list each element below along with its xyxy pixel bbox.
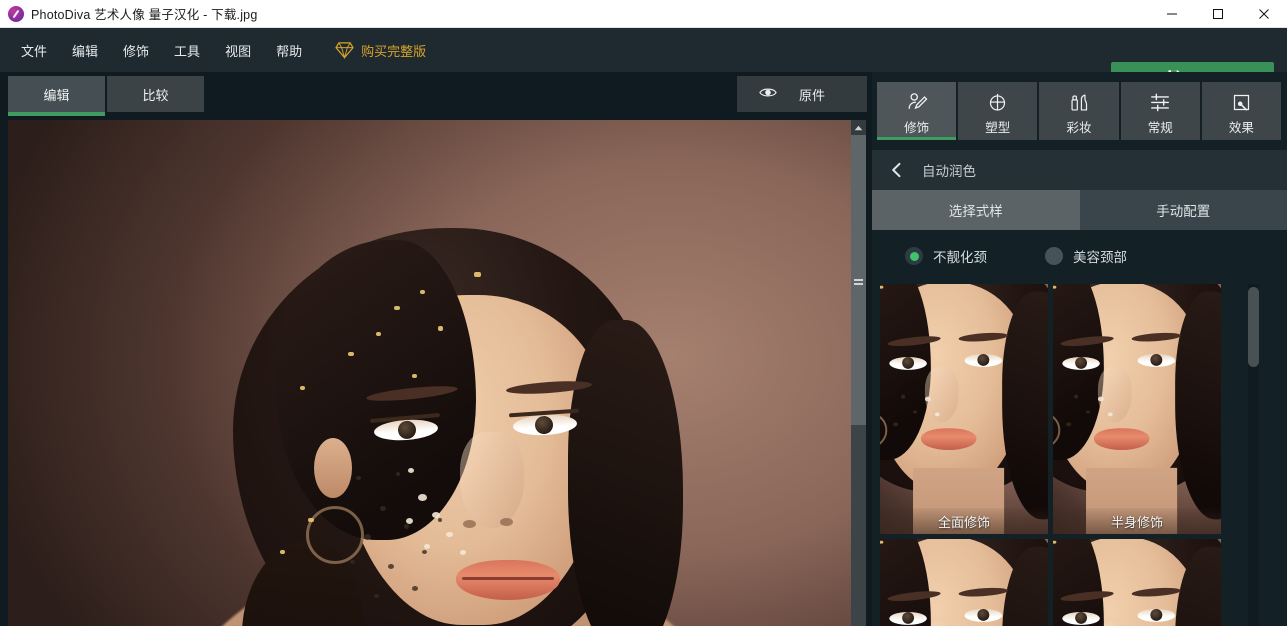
sliders-icon (1149, 89, 1171, 115)
preset-thumbnail[interactable] (1053, 539, 1221, 626)
window-title: PhotoDiva 艺术人像 量子汉化 - 下载.jpg (31, 8, 258, 22)
edited-photo (8, 120, 857, 626)
menu-retouch[interactable]: 修饰 (112, 35, 160, 66)
mode-segmented-control: 选择式样 手动配置 (872, 190, 1287, 230)
workspace-toolbar: 编辑 比较 原件 (0, 72, 872, 120)
maximize-icon[interactable] (1195, 0, 1241, 28)
diamond-icon (335, 41, 354, 59)
tab-compare[interactable]: 比较 (107, 76, 204, 112)
menu-tools[interactable]: 工具 (163, 35, 211, 66)
reshape-globe-icon (987, 89, 1008, 115)
tab-edit-active-indicator (8, 112, 105, 116)
section-header: 自动润色 (872, 150, 1287, 190)
menu-bar: 文件 编辑 修饰 工具 视图 帮助 购买完整版 保存 (0, 28, 1287, 94)
menu-view[interactable]: 视图 (214, 35, 262, 66)
preset-thumbnail[interactable]: 全面修饰 (880, 284, 1048, 534)
makeup-lipstick-icon (1069, 89, 1090, 115)
tab-retouch[interactable]: 修饰 (877, 82, 957, 140)
show-original-label: 原件 (799, 87, 826, 103)
workspace: 编辑 比较 原件 (0, 72, 872, 626)
chevron-left-icon[interactable] (888, 162, 904, 178)
effects-magic-icon (1231, 89, 1252, 115)
photodiva-logo-icon (8, 5, 24, 22)
neck-option-radiogroup: 不靓化颈 美容颈部 (872, 230, 1287, 282)
radio-beautify-neck[interactable]: 美容颈部 (1045, 246, 1127, 266)
right-panel-scroll-thumb[interactable] (1248, 287, 1259, 367)
segment-manual-config[interactable]: 手动配置 (1079, 190, 1287, 230)
right-panel-tabs: 修饰 塑型 彩妆 常规 效果 (877, 82, 1282, 140)
image-canvas[interactable] (0, 120, 872, 626)
radio-unselected-icon (1045, 247, 1063, 265)
preset-label: 全面修饰 (880, 508, 1048, 534)
menu-edit[interactable]: 编辑 (61, 35, 109, 66)
tab-general-label: 常规 (1147, 121, 1173, 135)
radio-no-neck-beautify[interactable]: 不靓化颈 (905, 246, 987, 266)
photodiva-window: PhotoDiva 艺术人像 量子汉化 - 下载.jpg 文件 编辑 修饰 工具… (0, 0, 1287, 626)
tab-reshape-label: 塑型 (985, 121, 1011, 135)
tab-effects-label: 效果 (1228, 121, 1254, 135)
preset-thumbnail-grid[interactable]: 全面修饰 半身修饰 (880, 284, 1272, 626)
buy-label: 购买完整版 (361, 43, 427, 59)
segment-choose-style[interactable]: 选择式样 (872, 190, 1080, 230)
tab-makeup-label: 彩妆 (1066, 121, 1092, 135)
preset-thumbnail[interactable]: 半身修饰 (1053, 284, 1221, 534)
window-controls (1149, 0, 1287, 28)
menu-help[interactable]: 帮助 (265, 35, 313, 66)
preset-row: 全面修饰 半身修饰 (880, 284, 1272, 534)
tab-general[interactable]: 常规 (1120, 82, 1200, 140)
show-original-button[interactable]: 原件 (737, 76, 867, 112)
tab-makeup[interactable]: 彩妆 (1039, 82, 1119, 140)
canvas-scroll-up-icon[interactable] (851, 120, 866, 135)
radio-beautify-neck-label: 美容颈部 (1073, 250, 1127, 265)
right-panel: 修饰 塑型 彩妆 常规 效果 自动润色 选择式样 手动配置 不靓化颈 美容颈部 … (872, 72, 1287, 626)
tab-retouch-label: 修饰 (904, 121, 930, 135)
canvas-scroll-thumb[interactable] (851, 135, 866, 425)
preset-row (880, 539, 1272, 626)
preset-thumbnail[interactable] (880, 539, 1048, 626)
tab-reshape[interactable]: 塑型 (958, 82, 1038, 140)
title-bar: PhotoDiva 艺术人像 量子汉化 - 下载.jpg (0, 0, 1287, 28)
buy-full-version-button[interactable]: 购买完整版 (335, 41, 426, 60)
section-title: 自动润色 (922, 164, 976, 179)
radio-selected-icon (905, 247, 923, 265)
close-icon[interactable] (1241, 0, 1287, 28)
preset-label: 半身修饰 (1053, 508, 1221, 534)
retouch-face-icon (906, 89, 928, 115)
menu-file[interactable]: 文件 (10, 35, 58, 66)
minimize-icon[interactable] (1149, 0, 1195, 28)
eye-icon (759, 86, 777, 102)
tab-effects[interactable]: 效果 (1201, 82, 1282, 140)
tab-edit[interactable]: 编辑 (8, 76, 105, 112)
radio-no-neck-beautify-label: 不靓化颈 (933, 250, 987, 265)
